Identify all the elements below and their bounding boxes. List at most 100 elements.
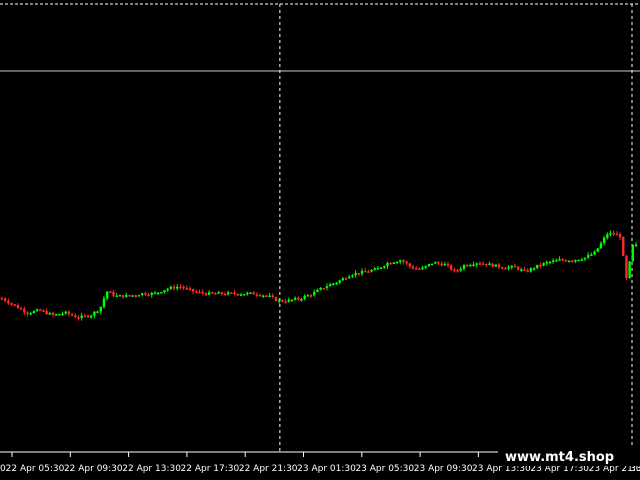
bull-candle (392, 262, 396, 264)
bull-candle (370, 270, 373, 272)
chart-background (0, 0, 640, 480)
bull-candle (90, 315, 93, 318)
bear-candle (513, 265, 517, 268)
bull-candle (351, 275, 354, 277)
bear-candle (367, 271, 370, 273)
bear-candle (112, 291, 115, 296)
price-chart[interactable]: 0 22 Apr 05:30 22 Apr 09:30 22 Apr 13:30 22 … (0, 0, 640, 480)
bear-candle (19, 308, 23, 310)
bull-candle (140, 293, 144, 296)
bear-candle (86, 315, 90, 318)
bull-candle (61, 313, 64, 316)
bull-candle (631, 244, 635, 262)
bull-candle (268, 295, 271, 298)
bear-candle (446, 264, 450, 266)
bull-candle (246, 292, 249, 295)
bear-candle (453, 269, 456, 272)
bull-candle (338, 280, 341, 283)
bull-candle (102, 298, 106, 307)
bear-candle (255, 294, 259, 296)
bear-candle (172, 286, 176, 289)
bear-candle (405, 261, 408, 264)
bear-candle (211, 292, 214, 294)
bear-candle (571, 260, 574, 263)
bull-candle (150, 292, 153, 296)
bear-candle (42, 310, 45, 312)
bear-candle (258, 294, 262, 297)
bear-candle (344, 278, 348, 280)
bull-candle (64, 311, 67, 314)
bear-candle (252, 292, 255, 295)
bull-candle (207, 292, 211, 295)
bull-candle (606, 234, 609, 238)
bull-candle (548, 261, 552, 264)
bull-candle (262, 295, 265, 297)
bear-candle (612, 232, 615, 235)
bear-candle (45, 310, 48, 315)
bear-candle (191, 288, 195, 292)
bear-candle (615, 233, 619, 236)
bull-candle (105, 291, 109, 299)
bull-candle (277, 300, 281, 302)
bear-candle (67, 311, 71, 315)
bear-candle (437, 262, 440, 264)
bear-candle (188, 288, 192, 290)
bear-candle (516, 266, 520, 270)
bull-candle (249, 292, 252, 294)
bear-candle (179, 286, 182, 289)
bull-candle (156, 292, 160, 295)
bull-candle (567, 260, 571, 263)
bull-candle (328, 284, 332, 287)
bear-candle (465, 265, 469, 267)
bear-candle (147, 294, 150, 297)
bear-candle (539, 264, 542, 267)
bull-candle (313, 291, 316, 296)
bull-candle (599, 243, 603, 249)
time-tick-label: 22 Apr 13:30 (122, 464, 181, 474)
bull-candle (609, 232, 612, 235)
bull-candle (360, 270, 364, 274)
bear-candle (74, 315, 77, 318)
bull-candle (35, 309, 39, 312)
bear-candle (236, 293, 239, 296)
bear-candle (440, 263, 443, 266)
bull-candle (430, 263, 434, 266)
bull-candle (115, 295, 118, 298)
bull-candle (469, 264, 472, 267)
bull-candle (427, 264, 431, 266)
bull-candle (125, 295, 128, 298)
bear-candle (185, 288, 188, 290)
time-tick-label: 22 Apr 09:30 (64, 464, 123, 474)
bear-candle (297, 297, 300, 300)
bear-candle (481, 263, 485, 266)
bull-candle (227, 292, 230, 295)
bull-candle (169, 286, 173, 289)
bull-candle (118, 295, 122, 297)
bear-candle (77, 317, 80, 319)
bear-candle (523, 269, 526, 271)
bull-candle (459, 268, 462, 271)
bull-candle (376, 268, 380, 270)
bull-candle (628, 261, 631, 279)
bear-candle (363, 270, 367, 273)
bull-candle (316, 289, 319, 292)
bear-candle (7, 300, 10, 304)
bull-candle (32, 311, 36, 314)
bull-candle (176, 286, 179, 289)
bear-candle (230, 292, 233, 294)
bear-candle (0, 298, 4, 300)
bull-candle (462, 265, 466, 269)
bull-candle (332, 283, 335, 285)
bull-candle (536, 264, 539, 269)
bear-candle (223, 293, 227, 296)
time-tick-label: 23 Apr 05:30 (355, 464, 414, 474)
time-tick-label: 23 Apr 01:30 (297, 464, 356, 474)
bear-candle (281, 300, 284, 302)
bear-candle (274, 296, 278, 302)
bear-candle (418, 268, 421, 271)
bear-candle (625, 255, 628, 279)
bear-candle (456, 270, 459, 272)
bear-candle (3, 298, 7, 301)
bear-candle (214, 293, 217, 295)
bear-candle (414, 268, 418, 270)
